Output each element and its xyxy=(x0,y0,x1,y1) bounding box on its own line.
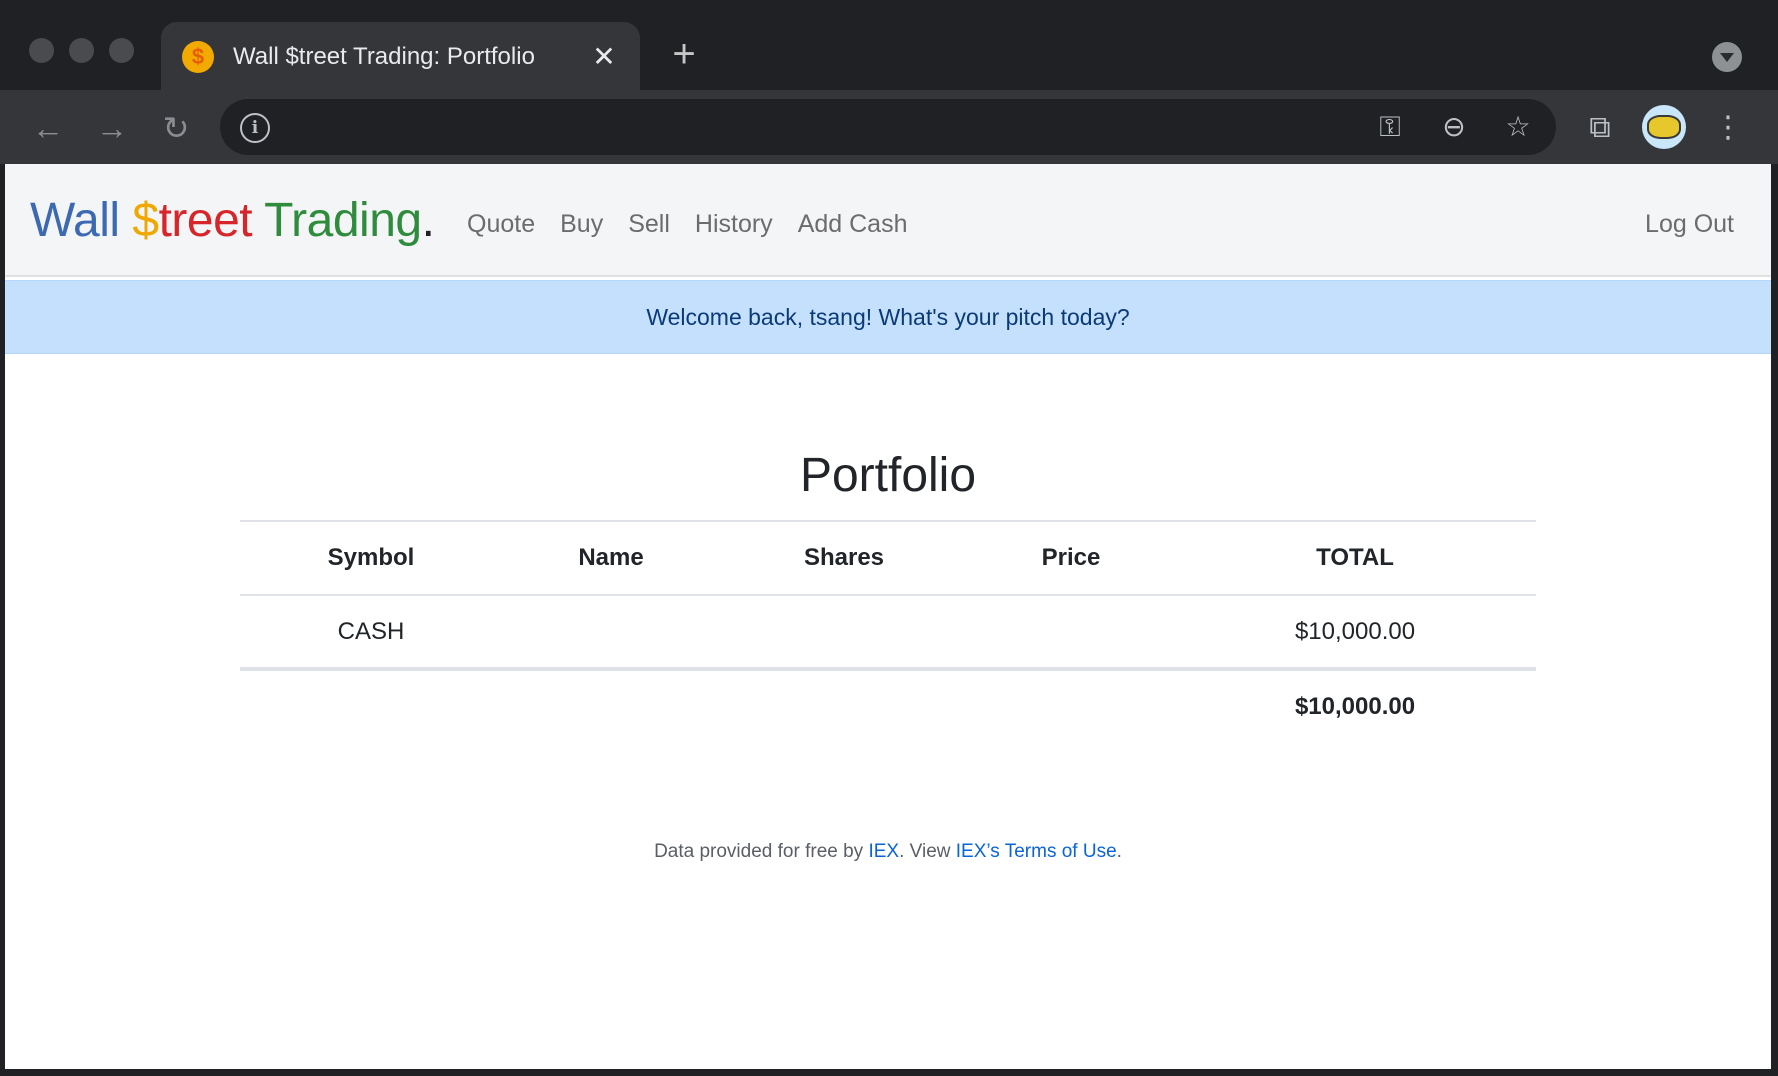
back-arrow-icon[interactable]: ← xyxy=(28,108,68,148)
star-icon[interactable]: ☆ xyxy=(1500,109,1536,145)
grand-total-row: $10,000.00 xyxy=(240,669,1536,743)
data-attribution: Data provided for free by IEX. View IEX’… xyxy=(5,839,1771,865)
reload-icon[interactable]: ↻ xyxy=(156,108,196,148)
footer-empty-2 xyxy=(502,669,720,743)
brand-word-treet: treet xyxy=(158,194,253,247)
tab-title: Wall $treet Trading: Portfolio xyxy=(233,43,535,70)
table-header-row: Symbol Name Shares Price TOTAL xyxy=(240,521,1536,595)
attribution-middle: . View xyxy=(899,841,951,862)
portfolio-table: Symbol Name Shares Price TOTAL CASH $10,… xyxy=(240,520,1536,743)
profile-avatar[interactable] xyxy=(1642,105,1686,149)
iex-link[interactable]: IEX xyxy=(868,841,899,862)
logout-link[interactable]: Log Out xyxy=(1645,208,1734,240)
new-tab-button[interactable]: + xyxy=(666,34,702,74)
close-icon[interactable]: ✕ xyxy=(588,41,620,73)
key-icon[interactable]: ⚿ xyxy=(1372,109,1408,145)
extensions-icon[interactable]: ⧉ xyxy=(1580,108,1620,148)
attribution-suffix: . xyxy=(1116,841,1122,862)
header-total: TOTAL xyxy=(1316,544,1394,571)
header-name: Name xyxy=(578,544,644,571)
brand-dollar: $ xyxy=(132,194,159,247)
footer-empty-1 xyxy=(240,669,502,743)
header-symbol: Symbol xyxy=(327,544,415,571)
header-shares: Shares xyxy=(803,544,885,571)
welcome-alert: Welcome back, tsang! What's your pitch t… xyxy=(5,280,1771,354)
brand-word-trading: Trading xyxy=(264,194,422,247)
cell-price xyxy=(968,595,1174,669)
active-tab[interactable]: $ Wall $treet Trading: Portfolio ✕ xyxy=(161,22,640,90)
site-logo[interactable]: Wall $treet Trading. xyxy=(30,192,435,250)
zoom-out-icon[interactable]: ⊖ xyxy=(1436,109,1472,145)
cell-name xyxy=(502,595,720,669)
forward-arrow-icon[interactable]: → xyxy=(92,108,132,148)
brand-word-wall: Wall xyxy=(30,194,120,247)
cell-shares xyxy=(720,595,968,669)
nav-link-quote[interactable]: Quote xyxy=(467,208,535,240)
info-icon[interactable]: i xyxy=(240,113,270,143)
tab-strip: $ Wall $treet Trading: Portfolio ✕ + xyxy=(0,0,1778,90)
close-window-button[interactable] xyxy=(29,38,54,63)
footer-empty-3 xyxy=(720,669,968,743)
nav-link-history[interactable]: History xyxy=(695,208,773,240)
nav-link-sell[interactable]: Sell xyxy=(628,208,670,240)
browser-toolbar: ← → ↻ i ⚿ ⊖ ☆ ⧉ ⋮ xyxy=(0,90,1778,164)
nav-link-add-cash[interactable]: Add Cash xyxy=(798,208,908,240)
coin-icon: $ xyxy=(182,41,214,73)
site-navbar: Wall $treet Trading. Quote Buy Sell Hist… xyxy=(5,164,1771,277)
grand-total-value: $10,000.00 xyxy=(1294,693,1416,720)
table-row: CASH $10,000.00 xyxy=(240,595,1536,669)
browser-window: $ Wall $treet Trading: Portfolio ✕ + ← →… xyxy=(0,0,1778,1076)
minimize-window-button[interactable] xyxy=(69,38,94,63)
nav-links: Quote Buy Sell History Add Cash xyxy=(467,208,932,240)
iex-terms-link[interactable]: IEX’s Terms of Use xyxy=(956,841,1117,862)
menu-icon[interactable]: ⋮ xyxy=(1708,108,1748,148)
nav-link-buy[interactable]: Buy xyxy=(560,208,603,240)
cell-symbol: CASH xyxy=(337,617,405,645)
web-page: Wall $treet Trading. Quote Buy Sell Hist… xyxy=(5,164,1771,1069)
tab-search-icon[interactable] xyxy=(1712,42,1742,72)
brand-period: . xyxy=(421,194,435,247)
avatar-image xyxy=(1647,115,1681,139)
page-title: Portfolio xyxy=(799,449,977,502)
address-bar[interactable]: i ⚿ ⊖ ☆ xyxy=(220,99,1556,155)
cell-total: $10,000.00 xyxy=(1294,617,1416,645)
footer-empty-4 xyxy=(968,669,1174,743)
maximize-window-button[interactable] xyxy=(109,38,134,63)
attribution-prefix: Data provided for free by xyxy=(654,841,864,862)
header-price: Price xyxy=(1041,544,1101,571)
